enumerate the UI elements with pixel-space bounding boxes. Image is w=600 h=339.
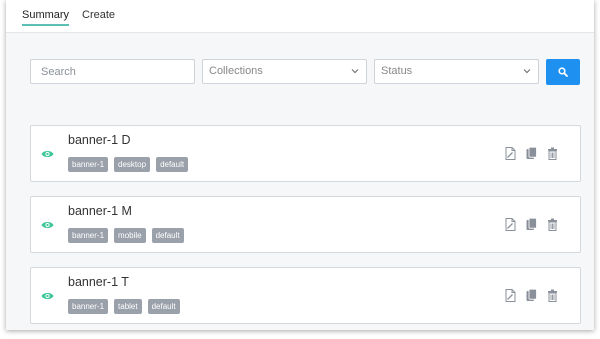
tag: desktop <box>114 157 151 172</box>
tag: default <box>147 299 180 314</box>
tag: banner-1 <box>68 157 109 172</box>
edit-document-icon[interactable] <box>503 217 518 232</box>
card-actions <box>503 217 560 232</box>
tag-list: banner-1 mobile default <box>68 228 184 243</box>
card-actions <box>503 146 560 161</box>
trash-icon[interactable] <box>545 146 560 161</box>
eye-icon[interactable] <box>41 291 54 301</box>
eye-icon[interactable] <box>41 220 54 230</box>
collections-select-label: Collections <box>209 65 263 77</box>
edit-document-icon[interactable] <box>503 288 518 303</box>
search-icon <box>558 67 568 77</box>
card-title[interactable]: banner-1 D <box>68 133 131 147</box>
status-select-label: Status <box>381 65 413 77</box>
tag: mobile <box>114 228 146 243</box>
tab-create[interactable]: Create <box>82 9 115 21</box>
tab-bar: Summary Create <box>6 0 594 33</box>
tab-summary[interactable]: Summary <box>22 9 70 26</box>
eye-icon[interactable] <box>41 149 54 159</box>
banner-card[interactable]: banner-1 M banner-1 mobile default <box>30 196 581 253</box>
card-title[interactable]: banner-1 T <box>68 275 129 289</box>
copy-icon[interactable] <box>524 146 539 161</box>
trash-icon[interactable] <box>545 217 560 232</box>
tag-list: banner-1 tablet default <box>68 299 180 314</box>
tag: banner-1 <box>68 228 109 243</box>
edit-document-icon[interactable] <box>503 146 518 161</box>
chevron-down-icon <box>351 69 359 74</box>
card-actions <box>503 288 560 303</box>
collections-select[interactable]: Collections <box>202 59 367 84</box>
tag: default <box>151 228 184 243</box>
search-button[interactable] <box>546 59 580 85</box>
tag: default <box>156 157 189 172</box>
copy-icon[interactable] <box>524 217 539 232</box>
trash-icon[interactable] <box>545 288 560 303</box>
status-select[interactable]: Status <box>374 59 539 84</box>
tag: tablet <box>114 299 142 314</box>
copy-icon[interactable] <box>524 288 539 303</box>
search-input[interactable] <box>31 60 194 83</box>
tag: banner-1 <box>68 299 109 314</box>
chevron-down-icon <box>523 69 531 74</box>
card-title[interactable]: banner-1 M <box>68 204 132 218</box>
app-frame: Summary Create Collections Status banner… <box>6 0 594 330</box>
search-field <box>30 59 195 84</box>
banner-card[interactable]: banner-1 D banner-1 desktop default <box>30 125 581 182</box>
banner-card[interactable]: banner-1 T banner-1 tablet default <box>30 267 581 324</box>
tag-list: banner-1 desktop default <box>68 157 189 172</box>
